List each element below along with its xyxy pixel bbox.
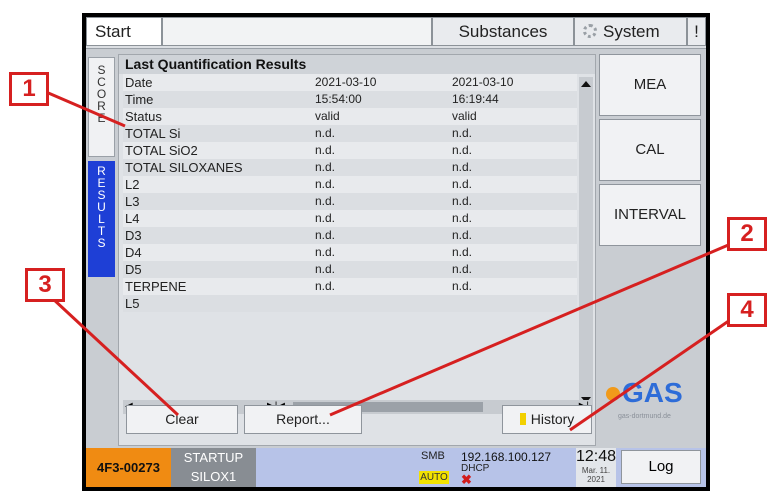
callout-3: 3 bbox=[25, 268, 65, 302]
callout-line-4 bbox=[569, 316, 734, 432]
callout-line-1 bbox=[45, 90, 126, 128]
callout-line-2 bbox=[329, 241, 734, 417]
callout-lines bbox=[45, 90, 734, 432]
callout-4: 4 bbox=[727, 293, 767, 327]
callout-line-3 bbox=[50, 296, 180, 417]
callout-2: 2 bbox=[727, 217, 767, 251]
callout-1: 1 bbox=[9, 72, 49, 106]
